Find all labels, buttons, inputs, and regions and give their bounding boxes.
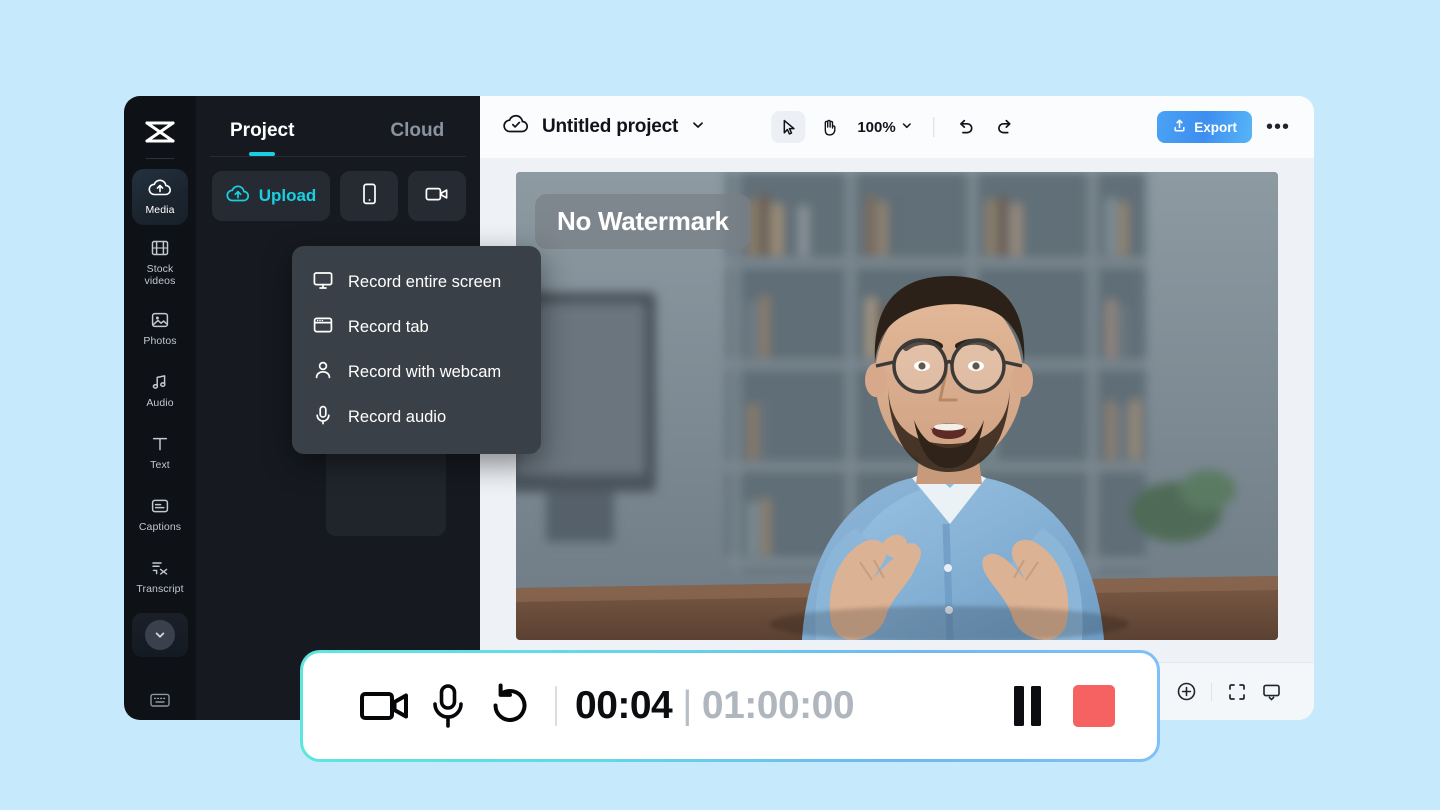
- total-time: 01:00:00: [701, 684, 855, 727]
- menu-item-record-entire-screen[interactable]: Record entire screen: [292, 260, 541, 305]
- record-menu-button[interactable]: [408, 171, 466, 221]
- toolbar-divider: [933, 117, 935, 137]
- person-icon: [312, 359, 334, 386]
- export-upload-icon: [1172, 118, 1187, 136]
- menu-item-record-with-webcam[interactable]: Record with webcam: [292, 350, 541, 395]
- editor-area: Untitled project 100% Export ••• No Wate…: [480, 96, 1314, 720]
- more-options-button[interactable]: •••: [1262, 116, 1294, 139]
- export-button[interactable]: Export: [1157, 111, 1252, 143]
- no-watermark-badge: No Watermark: [535, 194, 751, 249]
- toolbar-right: Export •••: [1157, 111, 1294, 143]
- chevron-down-icon: [901, 119, 914, 136]
- bottombar-divider: [1211, 682, 1212, 701]
- cloud-upload-icon: [226, 183, 250, 210]
- toggle-microphone-button[interactable]: [417, 682, 479, 730]
- rail-divider: [146, 158, 174, 159]
- export-button-label: Export: [1194, 119, 1237, 135]
- sidebar-item-audio[interactable]: Audio: [132, 363, 188, 419]
- elapsed-time: 00:04: [575, 684, 673, 727]
- panel-tabs: Project Cloud: [196, 96, 480, 156]
- video-camera-icon: [424, 184, 450, 209]
- undo-button[interactable]: [949, 111, 983, 143]
- sidebar-item-captions[interactable]: Captions: [132, 487, 188, 543]
- toggle-camera-button[interactable]: [355, 685, 417, 727]
- sidebar-item-stock-videos[interactable]: Stock videos: [132, 231, 188, 295]
- sidebar-item-media[interactable]: Media: [132, 169, 188, 225]
- project-info: Untitled project: [502, 112, 706, 143]
- page-title: Untitled project: [542, 116, 679, 137]
- preview-stage: No Watermark: [480, 158, 1314, 662]
- tab-project[interactable]: Project: [230, 120, 294, 156]
- restart-recording-button[interactable]: [479, 683, 541, 729]
- sidebar-item-label: Captions: [138, 521, 182, 533]
- sidebar-item-label: Audio: [146, 397, 174, 409]
- record-options-menu: Record entire screen Record tab Record w…: [292, 246, 541, 454]
- pause-recording-button[interactable]: [1014, 686, 1041, 726]
- sidebar-item-label: Media: [145, 204, 175, 216]
- monitor-icon: [312, 269, 334, 296]
- redo-button[interactable]: [989, 111, 1023, 143]
- import-from-phone-button[interactable]: [340, 171, 398, 221]
- rail-bottom-area: [124, 691, 196, 714]
- pause-icon-bar-right: [1031, 686, 1041, 726]
- sidebar-item-label: Stock videos: [144, 263, 176, 287]
- page-root: Media Stock videos Photos Audio Text Cap…: [0, 0, 1440, 810]
- chevron-down-icon: [145, 620, 175, 650]
- fit-to-screen-button[interactable]: [1220, 675, 1254, 709]
- cloud-check-icon: [502, 112, 530, 143]
- capcut-logo-icon[interactable]: [140, 114, 180, 150]
- recording-transport-controls: [1014, 685, 1115, 727]
- hand-tool-button[interactable]: [811, 111, 845, 143]
- recording-control-bar: 00:04 | 01:00:00: [300, 650, 1160, 762]
- upload-button[interactable]: Upload: [212, 171, 330, 221]
- menu-item-record-tab[interactable]: Record tab: [292, 305, 541, 350]
- browser-tab-icon: [312, 314, 334, 341]
- toolbar-center-tools: 100%: [771, 111, 1022, 143]
- left-icon-rail: Media Stock videos Photos Audio Text Cap…: [124, 96, 196, 720]
- sidebar-item-text[interactable]: Text: [132, 425, 188, 481]
- sidebar-item-transcript[interactable]: Transcript: [132, 549, 188, 605]
- sidebar-item-label: Photos: [143, 335, 177, 347]
- stop-recording-button[interactable]: [1073, 685, 1115, 727]
- app-window: Media Stock videos Photos Audio Text Cap…: [124, 96, 1314, 720]
- select-tool-button[interactable]: [771, 111, 806, 143]
- top-toolbar: Untitled project 100% Export •••: [480, 96, 1314, 158]
- zoom-level-control[interactable]: 100%: [857, 119, 913, 136]
- panel-action-row: Upload: [196, 157, 480, 221]
- upload-button-label: Upload: [258, 186, 317, 205]
- zoom-in-button[interactable]: [1169, 675, 1203, 709]
- recording-timer: 00:04 | 01:00:00: [575, 684, 855, 728]
- sidebar-item-photos[interactable]: Photos: [132, 301, 188, 357]
- recording-bar-inner: 00:04 | 01:00:00: [303, 653, 1157, 759]
- keyboard-icon[interactable]: [149, 691, 171, 714]
- media-panel: Project Cloud Upload Record entire scree…: [196, 96, 541, 720]
- sidebar-item-label: Text: [150, 459, 170, 471]
- menu-item-label: Record entire screen: [348, 273, 502, 291]
- present-screen-button[interactable]: [1254, 675, 1288, 709]
- chevron-down-icon[interactable]: [690, 117, 706, 138]
- menu-item-label: Record with webcam: [348, 363, 502, 381]
- microphone-icon: [312, 404, 334, 431]
- tab-cloud[interactable]: Cloud: [390, 120, 444, 156]
- mobile-phone-icon: [361, 182, 378, 211]
- video-preview[interactable]: No Watermark: [516, 172, 1278, 640]
- pause-icon-bar-left: [1014, 686, 1024, 726]
- sidebar-item-label: Transcript: [136, 583, 184, 595]
- menu-item-label: Record tab: [348, 318, 429, 336]
- rail-collapse-button[interactable]: [132, 613, 188, 657]
- menu-item-record-audio[interactable]: Record audio: [292, 395, 541, 440]
- recording-bar-divider: [555, 686, 557, 726]
- menu-item-label: Record audio: [348, 408, 447, 426]
- time-separator: |: [682, 684, 692, 727]
- zoom-level-value: 100%: [857, 118, 896, 136]
